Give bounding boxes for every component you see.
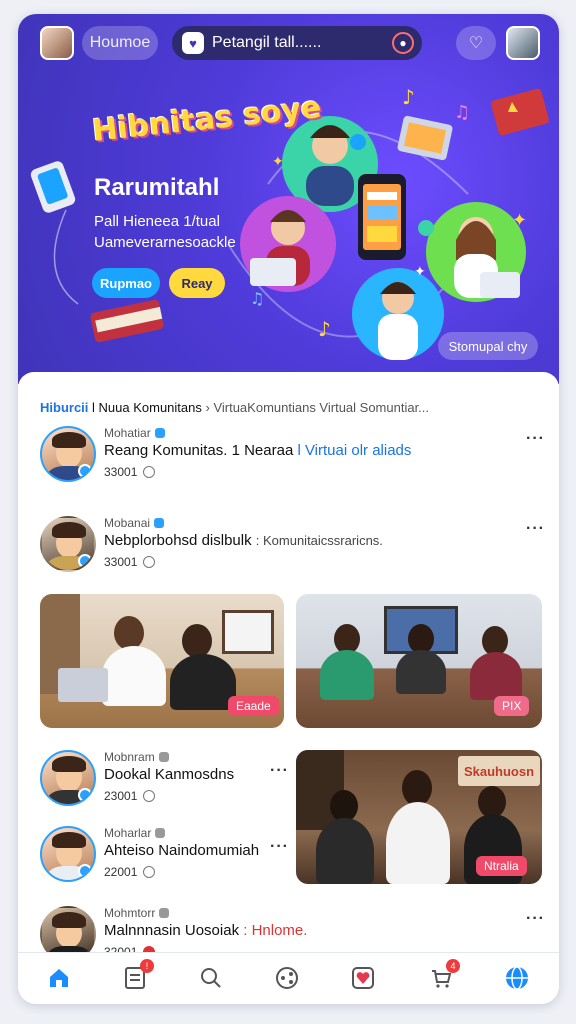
wall-poster [222,610,274,654]
post-item[interactable]: Moharlar Ahteiso Naindomumiah 22001 ··· [40,826,290,888]
breadcrumb-item-3[interactable]: › VirtuaKomuntians Virtual Somuntiar... [206,400,430,415]
svg-text:♫: ♫ [454,102,470,123]
verified-icon [78,864,92,878]
user-avatar[interactable] [40,750,96,806]
post-username[interactable]: Mobnram [104,750,234,764]
post-meta: Mobnram Dookal Kanmosdns 23001 [104,750,234,803]
more-options-icon[interactable]: ··· [526,520,545,538]
bottom-navigation: ! 4 [18,952,559,1004]
verified-check-icon [154,428,165,438]
heart-icon[interactable] [350,965,376,991]
user-avatar[interactable] [40,826,96,882]
post-username[interactable]: Mohmtorr [104,906,307,920]
svg-text:✦: ✦ [512,210,527,231]
user-avatar[interactable] [40,426,96,482]
post-item[interactable]: Mobnram Dookal Kanmosdns 23001 ··· [40,750,290,812]
community-photo[interactable]: Skauhuosn Ntralia [296,750,542,884]
breadcrumb: Hiburcii l Nuua Komunitans › VirtuaKomun… [40,400,429,415]
secondary-button[interactable]: Reay [169,268,225,298]
person-head [402,770,432,806]
svg-text:♪: ♪ [402,85,415,109]
photo-tag[interactable]: Eaade [228,696,279,716]
photo-tag[interactable]: Ntralia [476,856,527,876]
post-item[interactable]: Mobanai Nebplorbohsd dislbulk : Komunita… [40,516,544,578]
person-head [182,624,212,658]
nav-badge: ! [140,959,154,973]
post-meta: Moharlar Ahteiso Naindomumiah 22001 [104,826,259,879]
person-body [396,650,446,694]
share-icon[interactable] [274,965,300,991]
user-avatar[interactable] [40,516,96,572]
photo-sign: Skauhuosn [458,756,540,786]
primary-button[interactable]: Rupmao [92,268,160,298]
svg-text:♪: ♪ [318,317,331,341]
post-title[interactable]: Dookal Kanmosdns [104,766,234,783]
community-photo[interactable]: Eaade [40,594,284,728]
verified-icon [78,554,92,568]
breadcrumb-item-2[interactable]: l Nuua Komunitans [92,400,202,415]
more-options-icon[interactable]: ··· [270,838,289,856]
post-count: 22001 [104,865,259,879]
hero-banner: Houmoe ♥ Petangil tall...... ● ♡ ♪ ♫ ♪ ♫… [18,14,559,384]
person-head [114,616,144,650]
post-username[interactable]: Mohatiar [104,426,411,440]
verified-icon [78,788,92,802]
hero-subtitle-line-1: Pall Hieneea 1/tual [94,213,220,230]
post-meta: Mobanai Nebplorbohsd dislbulk : Komunita… [104,516,383,569]
document-icon[interactable]: ! [122,959,154,991]
more-options-icon[interactable]: ··· [270,762,289,780]
verified-icon [78,464,92,478]
post-count: 23001 [104,789,234,803]
post-meta: Mohatiar Reang Komunitas. 1 Nearaa l Vir… [104,426,411,479]
verified-check-icon [155,828,166,838]
post-title[interactable]: Reang Komunitas. 1 Nearaa l Virtuai olr … [104,442,411,459]
cart-icon[interactable]: 4 [428,959,460,991]
post-username[interactable]: Mobanai [104,516,383,530]
photo-tag[interactable]: PIX [494,696,530,716]
person-body [386,802,450,884]
more-options-icon[interactable]: ··· [526,430,545,448]
community-photo[interactable]: PIX [296,594,542,728]
verified-check-icon [154,518,165,528]
post-count: 33001 [104,555,383,569]
hero-cta-button[interactable]: Stomupal chy [438,332,538,360]
reaction-icon[interactable] [143,866,156,878]
laptop [58,668,108,702]
app-screen: Houmoe ♥ Petangil tall...... ● ♡ ♪ ♫ ♪ ♫… [18,14,559,1004]
post-username[interactable]: Moharlar [104,826,259,840]
post-item[interactable]: Mohatiar Reang Komunitas. 1 Nearaa l Vir… [40,426,544,488]
verified-check-icon [158,752,169,762]
community-feed: Hiburcii l Nuua Komunitans › VirtuaKomun… [18,372,559,962]
globe-icon[interactable] [504,965,530,991]
search-icon[interactable] [198,965,224,991]
post-title[interactable]: Ahteiso Naindomumiah [104,842,259,859]
post-title[interactable]: Nebplorbohsd dislbulk : Komunitaicssrari… [104,532,383,549]
hero-subtitle: Pall Hieneea 1/tual Uameverarnesoackle [94,211,274,253]
hero-title: Rarumitahl [94,174,220,201]
reaction-icon[interactable] [143,556,156,568]
reaction-icon[interactable] [143,790,156,802]
hero-subtitle-line-2: Uameverarnesoackle [94,234,236,251]
person-body [102,646,166,706]
person-body [170,654,236,710]
breadcrumb-item-1[interactable]: Hiburcii [40,400,88,415]
person-body [320,650,374,700]
post-count: 33001 [104,465,411,479]
reaction-icon[interactable] [143,466,156,478]
home-icon[interactable] [46,965,72,991]
person-body [316,818,374,884]
person-body [470,652,522,700]
nav-badge: 4 [446,959,460,973]
svg-text:✦: ✦ [414,264,426,280]
more-options-icon[interactable]: ··· [526,910,545,928]
svg-text:♫: ♫ [250,289,264,308]
svg-text:✦: ✦ [272,154,284,170]
verified-check-icon [159,908,170,918]
post-title[interactable]: Malnnnasin Uosoiak : Hnlome. [104,922,307,939]
